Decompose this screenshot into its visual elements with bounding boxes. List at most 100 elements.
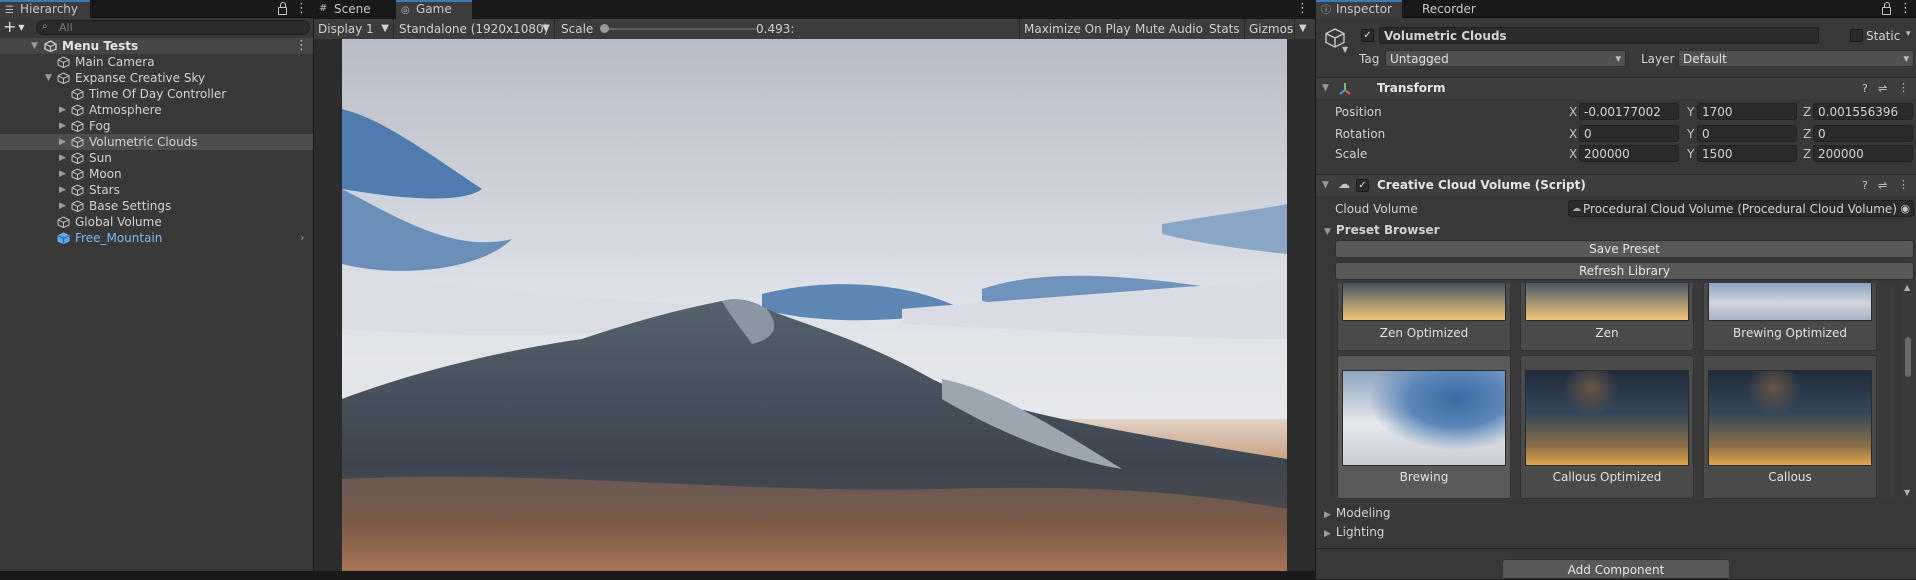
add-button[interactable]: + ▼ (3, 19, 31, 36)
collapsed-arrow-icon[interactable]: ▶ (59, 118, 66, 134)
preset-icon[interactable]: ⇌ (1878, 179, 1887, 192)
scroll-thumb[interactable] (1905, 337, 1911, 377)
inspector-panel: ⓘ Inspector Recorder ⋮ ▼ ✓ Volumetric Cl… (1316, 0, 1916, 579)
lighting-foldout[interactable]: ▶ Lighting (1324, 525, 1384, 539)
transform-header[interactable]: ▼ Transform ? ⇌ ⋮ (1316, 77, 1916, 99)
add-component-button[interactable]: Add Component (1502, 559, 1730, 579)
scroll-up-icon[interactable]: ▲ (1904, 283, 1910, 292)
component-menu-icon[interactable]: ⋮ (1898, 81, 1909, 94)
search-input[interactable]: ⌕ All (36, 20, 310, 35)
stats-toggle[interactable]: Stats (1205, 19, 1245, 39)
rotation-x-field[interactable]: 0 (1579, 125, 1679, 142)
gamepad-icon: ◎ (401, 5, 410, 16)
tab-inspector[interactable]: ⓘ Inspector (1316, 0, 1402, 19)
position-x-field[interactable]: -0.00177002 (1579, 103, 1679, 120)
position-z-field[interactable]: 0.001556396 (1813, 103, 1913, 120)
collapsed-arrow-icon[interactable]: ▶ (59, 182, 66, 198)
collapsed-arrow-icon[interactable]: ▶ (59, 150, 66, 166)
chevron-down-icon[interactable]: ▾ (1906, 29, 1911, 39)
expand-arrow-icon[interactable]: ▼ (1322, 180, 1329, 190)
hierarchy-item-label: Atmosphere (89, 103, 162, 117)
refresh-library-button[interactable]: Refresh Library (1335, 262, 1914, 280)
preset-scrollbar[interactable]: ▲ ▼ (1902, 283, 1914, 500)
tab-scene[interactable]: # Scene (314, 0, 394, 19)
save-preset-button[interactable]: Save Preset (1335, 240, 1914, 258)
scene-row[interactable]: ▼ Menu Tests ⋮ (0, 38, 313, 54)
scale-y-field[interactable]: 1500 (1697, 145, 1797, 162)
preset-card[interactable]: Brewing Optimized (1703, 283, 1877, 351)
rotation-z-field[interactable]: 0 (1813, 125, 1913, 142)
hierarchy-item[interactable]: ▶ Moon (0, 166, 313, 182)
help-icon[interactable]: ? (1862, 82, 1868, 95)
object-name-field[interactable]: Volumetric Clouds (1379, 27, 1819, 44)
chevron-right-icon[interactable]: › (300, 230, 304, 246)
preset-card[interactable]: Callous Optimized (1520, 355, 1694, 499)
scale-z-field[interactable]: 200000 (1813, 145, 1913, 162)
collapsed-arrow-icon[interactable]: ▶ (59, 134, 66, 150)
maximize-on-play-toggle[interactable]: Maximize On Play (1019, 19, 1136, 39)
tab-game[interactable]: ◎ Game (396, 0, 472, 19)
hierarchy-item-label: Stars (89, 183, 120, 197)
hierarchy-item[interactable]: ▶ Fog (0, 118, 313, 134)
gizmos-dropdown[interactable]: ▼ (1295, 19, 1315, 39)
scale-slider-thumb[interactable] (600, 24, 609, 33)
game-menu-icon[interactable]: ⋮ (1296, 2, 1309, 16)
lighting-label: Lighting (1335, 525, 1385, 539)
mute-audio-toggle[interactable]: Mute Audio (1131, 19, 1208, 39)
scroll-down-icon[interactable]: ▼ (1904, 488, 1910, 497)
expand-arrow-icon[interactable]: ▼ (1322, 83, 1329, 93)
static-label: Static (1866, 29, 1901, 43)
lock-icon[interactable] (278, 2, 287, 15)
game-viewport[interactable] (314, 39, 1315, 571)
gizmos-toggle[interactable]: Gizmos (1245, 19, 1295, 39)
inspector-menu-icon[interactable]: ⋮ (1899, 2, 1912, 16)
hierarchy-item[interactable]: ▼ Expanse Creative Sky (0, 70, 313, 86)
collapsed-arrow-icon[interactable]: ▶ (59, 198, 66, 214)
layer-dropdown[interactable]: Default (1678, 50, 1914, 67)
hierarchy-item[interactable]: ▶ Stars (0, 182, 313, 198)
preset-icon[interactable]: ⇌ (1878, 82, 1887, 95)
cloud-volume-field[interactable]: ☁ Procedural Cloud Volume (Procedural Cl… (1568, 200, 1914, 217)
scene-menu-icon[interactable]: ⋮ (295, 39, 308, 53)
preset-browser-foldout[interactable]: ▼ Preset Browser (1324, 223, 1440, 237)
hierarchy-item[interactable]: Global Volume (0, 214, 313, 230)
object-picker-icon[interactable]: ◉ (1900, 201, 1910, 216)
active-checkbox[interactable]: ✓ (1361, 29, 1374, 42)
position-y-field[interactable]: 1700 (1697, 103, 1797, 120)
expand-arrow-icon[interactable]: ▼ (45, 70, 52, 86)
scale-slider-track[interactable] (604, 28, 756, 30)
hierarchy-item[interactable]: ▶ Atmosphere (0, 102, 313, 118)
script-enabled-checkbox[interactable]: ✓ (1356, 179, 1369, 192)
resolution-dropdown[interactable]: Standalone (1920x1080) ▼ (395, 19, 555, 39)
tab-recorder[interactable]: Recorder (1402, 0, 1482, 19)
rotation-y-field[interactable]: 0 (1697, 125, 1797, 142)
collapsed-arrow-icon[interactable]: ▶ (59, 102, 66, 118)
tag-dropdown[interactable]: Untagged (1385, 50, 1626, 67)
hierarchy-item-prefab[interactable]: Free_Mountain › (0, 230, 313, 246)
scale-x-field[interactable]: 200000 (1579, 145, 1679, 162)
preset-card-selected[interactable]: Brewing (1337, 355, 1511, 499)
preset-card[interactable]: Zen Optimized (1337, 283, 1511, 351)
hierarchy-item-selected[interactable]: ▶ Volumetric Clouds (0, 134, 313, 150)
gameobject-icon (71, 152, 84, 164)
preset-grid[interactable]: Zen Optimized Zen Brewing Optimized Brew… (1335, 283, 1895, 500)
chevron-down-icon[interactable]: ▼ (1342, 45, 1348, 54)
help-icon[interactable]: ? (1862, 179, 1868, 192)
script-header[interactable]: ▼ ☁ ✓ Creative Cloud Volume (Script) ? ⇌… (1316, 174, 1916, 196)
hierarchy-item[interactable]: ▶ Sun (0, 150, 313, 166)
preset-card[interactable]: Callous (1703, 355, 1877, 499)
modeling-foldout[interactable]: ▶ Modeling (1324, 506, 1391, 520)
expand-arrow-icon[interactable]: ▼ (31, 38, 38, 54)
preset-card[interactable]: Zen (1520, 283, 1694, 351)
display-dropdown[interactable]: Display 1 ▼ (314, 19, 394, 39)
static-checkbox[interactable] (1850, 29, 1863, 42)
hierarchy-menu-icon[interactable]: ⋮ (295, 2, 308, 16)
lock-icon[interactable] (1882, 2, 1891, 15)
collapsed-arrow-icon[interactable]: ▶ (59, 166, 66, 182)
hierarchy-item[interactable]: Main Camera (0, 54, 313, 70)
hierarchy-item[interactable]: ▶ Base Settings (0, 198, 313, 214)
hierarchy-item[interactable]: Time Of Day Controller (0, 86, 313, 102)
scale-label: Scale (1335, 147, 1368, 161)
component-menu-icon[interactable]: ⋮ (1898, 178, 1909, 191)
chevron-down-icon: ▼ (381, 23, 389, 34)
